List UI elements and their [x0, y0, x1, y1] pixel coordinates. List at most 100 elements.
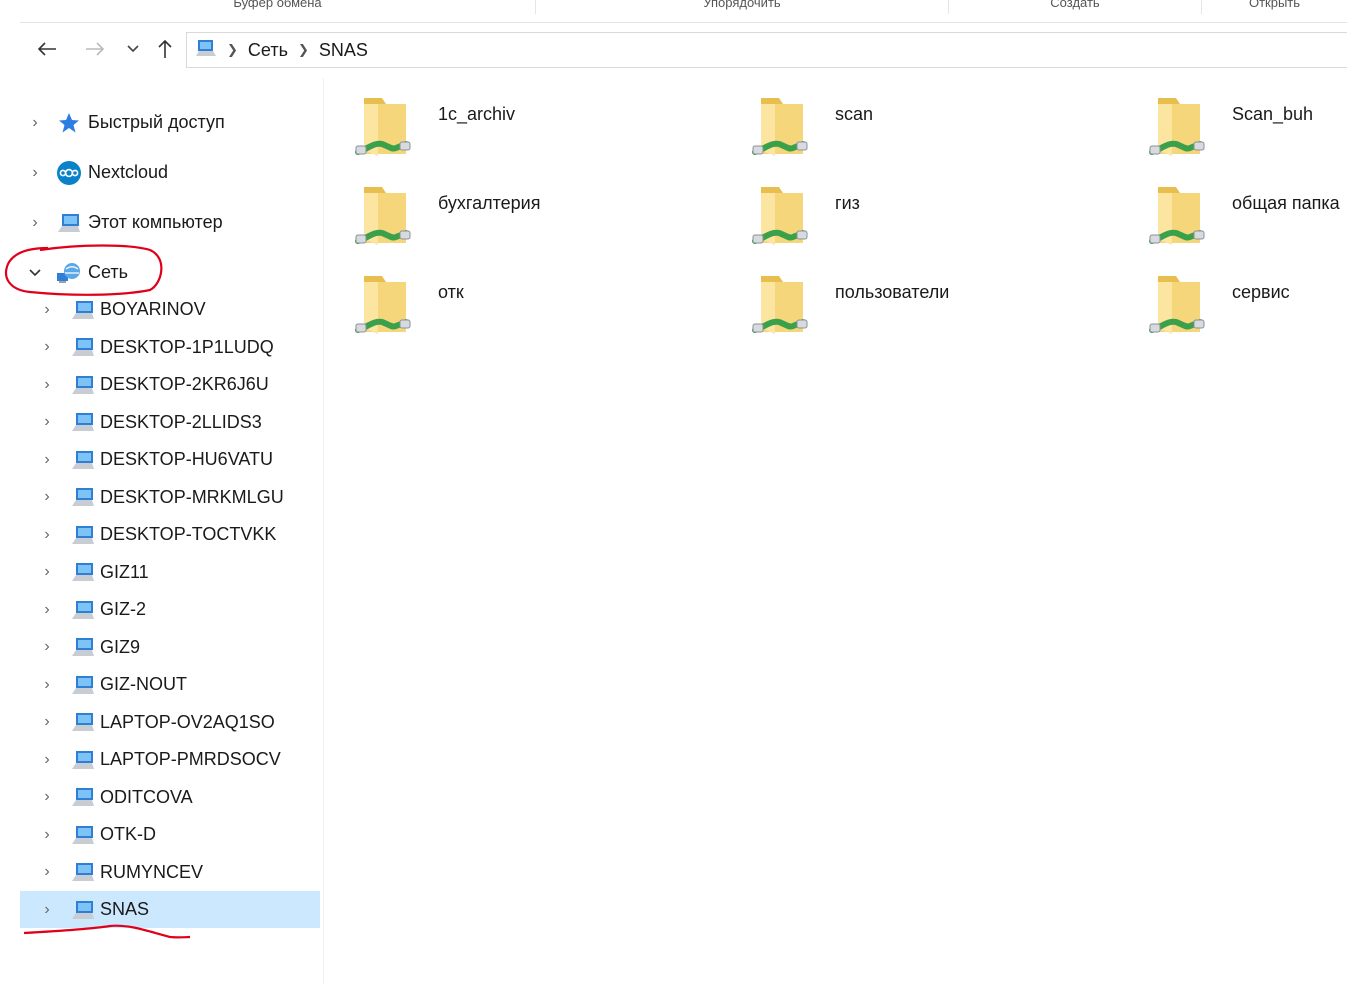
computer-icon — [70, 598, 96, 622]
computer-icon — [70, 898, 96, 922]
computer-icon — [70, 860, 96, 884]
back-button[interactable] — [34, 36, 60, 62]
ribbon-group[interactable]: Создать — [949, 0, 1202, 14]
chevron-right-icon[interactable]: › — [40, 488, 54, 505]
chevron-right-icon[interactable]: › — [40, 376, 54, 393]
sidebar-item-network-computer[interactable]: › GIZ-NOUT — [20, 666, 320, 703]
sidebar-item-network-computer[interactable]: › BOYARINOV — [20, 291, 320, 328]
sidebar-item-network-computer[interactable]: › DESKTOP-1P1LUDQ — [20, 329, 320, 366]
sidebar-item-network-computer[interactable]: › DESKTOP-2LLIDS3 — [20, 404, 320, 441]
chevron-right-icon[interactable]: › — [40, 601, 54, 618]
sidebar-item-nextcloud[interactable]: › Nextcloud — [20, 154, 320, 191]
shared-folder-icon — [752, 187, 808, 245]
chevron-right-icon[interactable]: › — [40, 826, 54, 843]
shared-folder-icon — [1149, 187, 1205, 245]
computer-icon — [195, 38, 217, 63]
chevron-right-icon[interactable]: › — [40, 301, 54, 318]
chevron-right-icon[interactable]: › — [40, 413, 54, 430]
shared-folder-icon — [752, 98, 808, 156]
sidebar-item-quick-access[interactable]: › Быстрый доступ — [20, 104, 320, 141]
star-icon — [56, 111, 82, 135]
chevron-right-icon[interactable]: › — [40, 751, 54, 768]
sidebar-item-network-computer[interactable]: › GIZ-2 — [20, 591, 320, 628]
sidebar-item-this-pc[interactable]: › Этот компьютер — [20, 204, 320, 241]
sidebar-item-network-computer[interactable]: › ODITCOVA — [20, 779, 320, 816]
sidebar-item-network-computer[interactable]: › SNAS — [20, 891, 320, 928]
sidebar-item-network-computer[interactable]: › GIZ9 — [20, 629, 320, 666]
folder-name: общая папка — [1232, 193, 1340, 213]
shared-folder-item[interactable]: 1c_archiv — [340, 88, 730, 168]
shared-folder-item[interactable]: общая папка — [1134, 177, 1347, 257]
shared-folder-icon — [355, 276, 411, 334]
sidebar-item-network-computer[interactable]: › OTK-D — [20, 816, 320, 853]
ribbon-group[interactable]: Упорядочить — [536, 0, 949, 14]
folder-name: отк — [438, 282, 464, 302]
chevron-right-icon[interactable]: › — [40, 638, 54, 655]
computer-icon — [70, 785, 96, 809]
breadcrumb-snas[interactable]: SNAS — [319, 40, 368, 61]
arrow-up-icon — [158, 39, 172, 58]
sidebar-item-network-computer[interactable]: › GIZ11 — [20, 554, 320, 591]
chevron-right-icon[interactable]: › — [40, 338, 54, 355]
shared-folder-item[interactable]: отк — [340, 266, 730, 346]
sidebar-item-network-computer[interactable]: › LAPTOP-PMRDSOCV — [20, 741, 320, 778]
computer-icon — [70, 673, 96, 697]
sidebar-item-network-computer[interactable]: › LAPTOP-OV2AQ1SO — [20, 704, 320, 741]
pane-divider[interactable] — [323, 78, 324, 984]
ribbon-group[interactable]: Буфер обмена — [20, 0, 536, 14]
sidebar-item-network-computer[interactable]: › DESKTOP-TOCTVKK — [20, 516, 320, 553]
computer-icon — [70, 748, 96, 772]
chevron-right-icon[interactable]: › — [40, 526, 54, 543]
sidebar-item-network-computer[interactable]: › DESKTOP-2KR6J6U — [20, 366, 320, 403]
chevron-right-icon[interactable]: › — [28, 214, 42, 231]
chevron-right-icon[interactable]: › — [28, 164, 42, 181]
computer-icon — [70, 373, 96, 397]
chevron-right-icon[interactable]: › — [40, 788, 54, 805]
shared-folder-item[interactable]: сервис — [1134, 266, 1347, 346]
computer-icon — [70, 560, 96, 584]
shared-folder-icon — [1149, 98, 1205, 156]
chevron-right-icon[interactable]: › — [40, 451, 54, 468]
folder-name: гиз — [835, 193, 860, 213]
up-button[interactable] — [152, 36, 178, 62]
chevron-right-icon[interactable]: › — [40, 713, 54, 730]
folder-name: 1c_archiv — [438, 104, 516, 124]
file-list: 1c_archiv scan Scan_buh бухгалтерия гиз общая… — [340, 88, 1347, 368]
sidebar-item-network-computer[interactable]: › RUMYNCEV — [20, 854, 320, 891]
folder-name: сервис — [1232, 282, 1290, 302]
forward-button[interactable] — [82, 36, 108, 62]
computer-icon — [70, 710, 96, 734]
navigation-bar: ❯ Сеть ❯ SNAS — [20, 30, 1347, 68]
ribbon-group[interactable]: Открыть — [1202, 0, 1347, 14]
chevron-right-icon: ❯ — [227, 42, 238, 57]
computer-icon — [70, 298, 96, 322]
sidebar-item-network[interactable]: Сеть — [20, 254, 320, 291]
shared-folder-item[interactable]: гиз — [737, 177, 1127, 257]
chevron-right-icon[interactable]: › — [40, 863, 54, 880]
shared-folder-item[interactable]: Scan_buh — [1134, 88, 1347, 168]
computer-icon — [70, 823, 96, 847]
computer-icon — [70, 410, 96, 434]
breadcrumb-network[interactable]: Сеть — [248, 40, 288, 61]
computer-icon — [70, 485, 96, 509]
computer-icon — [70, 523, 96, 547]
folder-name: пользователи — [835, 282, 950, 302]
sidebar-item-network-computer[interactable]: › DESKTOP-HU6VATU — [20, 441, 320, 478]
chevron-right-icon[interactable]: › — [40, 563, 54, 580]
chevron-down-icon[interactable] — [28, 266, 42, 280]
shared-folder-item[interactable]: scan — [737, 88, 1127, 168]
computer-icon — [70, 448, 96, 472]
shared-folder-icon — [1149, 276, 1205, 334]
address-bar[interactable]: ❯ Сеть ❯ SNAS — [186, 32, 1347, 68]
chevron-right-icon[interactable]: › — [40, 901, 54, 918]
shared-folder-item[interactable]: пользователи — [737, 266, 1127, 346]
shared-folder-item[interactable]: бухгалтерия — [340, 177, 730, 257]
recent-locations-button[interactable] — [120, 36, 146, 62]
computer-icon — [70, 335, 96, 359]
chevron-down-icon — [127, 45, 139, 53]
computer-icon — [70, 635, 96, 659]
chevron-right-icon[interactable]: › — [40, 676, 54, 693]
folder-name: scan — [835, 104, 874, 124]
sidebar-item-network-computer[interactable]: › DESKTOP-MRKMLGU — [20, 479, 320, 516]
chevron-right-icon[interactable]: › — [28, 114, 42, 131]
